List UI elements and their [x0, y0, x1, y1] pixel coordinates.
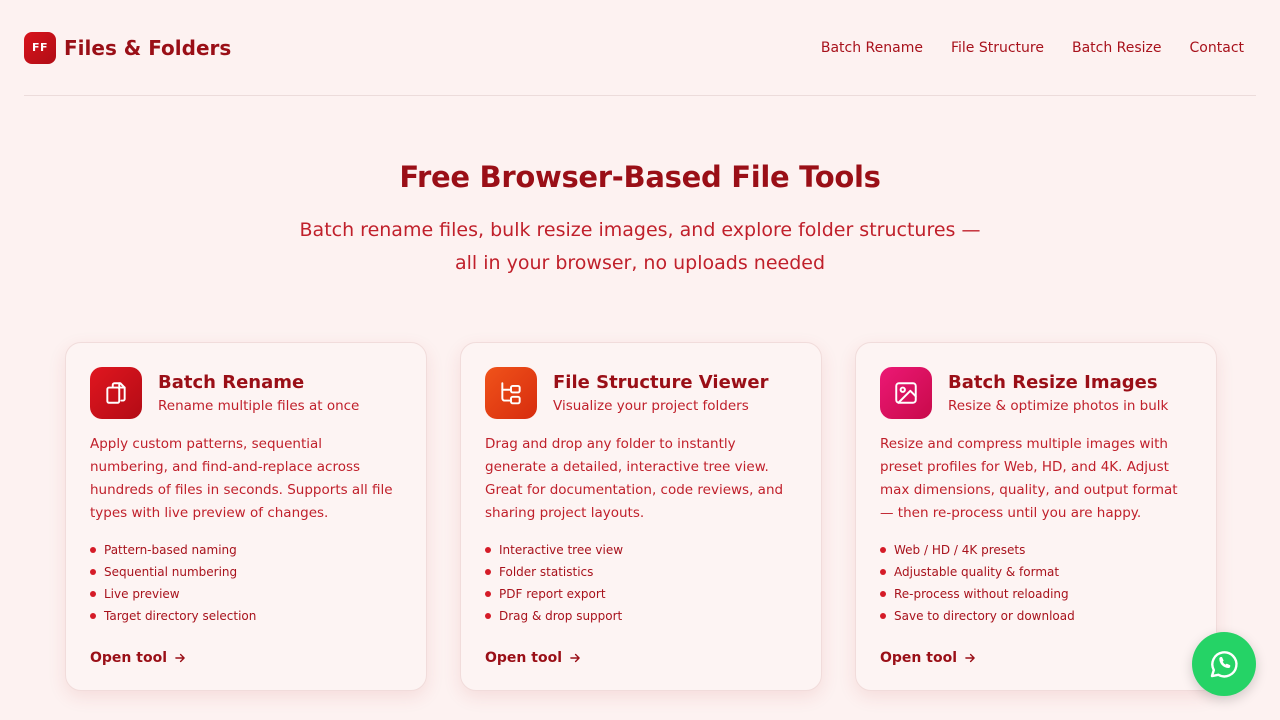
feature-list: Web / HD / 4K presets Adjustable quality… — [880, 539, 1192, 627]
feature-label: Interactive tree view — [499, 543, 624, 557]
feature-label: Re-process without reloading — [894, 587, 1069, 601]
tool-card-batch-resize[interactable]: Batch Resize Images Resize & optimize ph… — [855, 342, 1217, 691]
card-header: Batch Rename Rename multiple files at on… — [90, 367, 402, 419]
brand[interactable]: FF Files & Folders — [24, 31, 232, 64]
site-header: FF Files & Folders Batch Rename File Str… — [24, 0, 1256, 96]
open-tool-link[interactable]: Open tool — [90, 650, 187, 666]
bullet-icon — [90, 569, 96, 575]
open-tool-label: Open tool — [485, 650, 562, 666]
tool-card-batch-rename[interactable]: Batch Rename Rename multiple files at on… — [65, 342, 427, 691]
card-description: Resize and compress multiple images with… — [880, 436, 1178, 521]
nav-link-batch-rename[interactable]: Batch Rename — [821, 40, 923, 56]
card-description: Apply custom patterns, sequential number… — [90, 436, 393, 521]
feature-item: PDF report export — [485, 583, 797, 605]
card-header: File Structure Viewer Visualize your pro… — [485, 367, 797, 419]
whatsapp-icon — [1210, 651, 1238, 678]
arrow-right-icon — [570, 653, 580, 663]
feature-label: Sequential numbering — [104, 565, 238, 579]
open-tool-label: Open tool — [90, 650, 167, 666]
feature-label: Target directory selection — [104, 609, 257, 623]
card-description: Drag and drop any folder to instantly ge… — [485, 436, 784, 521]
bullet-icon — [90, 591, 96, 597]
bullet-icon — [90, 613, 96, 619]
feature-item: Live preview — [90, 583, 402, 605]
feature-item: Interactive tree view — [485, 539, 797, 561]
feature-item: Folder statistics — [485, 561, 797, 583]
image-icon — [880, 367, 932, 419]
page-title: Free Browser-Based File Tools — [399, 160, 881, 194]
hero-subtitle: Batch rename files, bulk resize images, … — [299, 219, 981, 274]
feature-item: Pattern-based naming — [90, 539, 402, 561]
card-subtitle: Visualize your project folders — [553, 398, 749, 414]
open-tool-link[interactable]: Open tool — [485, 650, 582, 666]
arrow-right-icon — [965, 653, 975, 663]
bullet-icon — [485, 591, 491, 597]
bullet-icon — [485, 547, 491, 553]
copy-files-icon — [90, 367, 142, 419]
bullet-icon — [485, 613, 491, 619]
bullet-icon — [485, 569, 491, 575]
feature-label: Adjustable quality & format — [894, 565, 1060, 579]
feature-item: Drag & drop support — [485, 605, 797, 627]
feature-label: Pattern-based naming — [104, 543, 237, 557]
tool-cards: Batch Rename Rename multiple files at on… — [65, 342, 1217, 691]
feature-list: Interactive tree view Folder statistics … — [485, 539, 797, 627]
main-nav: Batch Rename File Structure Batch Resize… — [821, 40, 1256, 56]
feature-list: Pattern-based naming Sequential numberin… — [90, 539, 402, 627]
feature-label: Drag & drop support — [499, 609, 623, 623]
folder-tree-icon — [485, 367, 537, 419]
feature-label: Folder statistics — [499, 565, 594, 579]
feature-label: PDF report export — [499, 587, 606, 601]
nav-link-batch-resize[interactable]: Batch Resize — [1072, 40, 1162, 56]
feature-label: Save to directory or download — [894, 609, 1075, 623]
feature-item: Web / HD / 4K presets — [880, 539, 1192, 561]
card-title: Batch Resize Images — [948, 372, 1158, 393]
feature-item: Target directory selection — [90, 605, 402, 627]
open-tool-link[interactable]: Open tool — [880, 650, 977, 666]
arrow-right-icon — [175, 653, 185, 663]
card-header: Batch Resize Images Resize & optimize ph… — [880, 367, 1192, 419]
feature-label: Live preview — [104, 587, 180, 601]
brand-logo: FF — [24, 31, 56, 64]
card-title: Batch Rename — [158, 372, 305, 393]
feature-item: Re-process without reloading — [880, 583, 1192, 605]
feature-item: Sequential numbering — [90, 561, 402, 583]
bullet-icon — [880, 569, 886, 575]
tool-card-file-structure[interactable]: File Structure Viewer Visualize your pro… — [460, 342, 822, 691]
bullet-icon — [880, 591, 886, 597]
whatsapp-button[interactable] — [1192, 632, 1256, 696]
bullet-icon — [90, 547, 96, 553]
brand-name: Files & Folders — [64, 35, 232, 60]
card-title: File Structure Viewer — [553, 372, 769, 393]
card-subtitle: Rename multiple files at once — [158, 398, 360, 414]
nav-link-contact[interactable]: Contact — [1190, 40, 1244, 56]
hero: Free Browser-Based File Tools Batch rena… — [0, 160, 1280, 280]
bullet-icon — [880, 547, 886, 553]
feature-item: Adjustable quality & format — [880, 561, 1192, 583]
bullet-icon — [880, 613, 886, 619]
feature-label: Web / HD / 4K presets — [894, 543, 1026, 557]
open-tool-label: Open tool — [880, 650, 957, 666]
nav-link-file-structure[interactable]: File Structure — [951, 40, 1044, 56]
card-subtitle: Resize & optimize photos in bulk — [948, 398, 1169, 414]
feature-item: Save to directory or download — [880, 605, 1192, 627]
